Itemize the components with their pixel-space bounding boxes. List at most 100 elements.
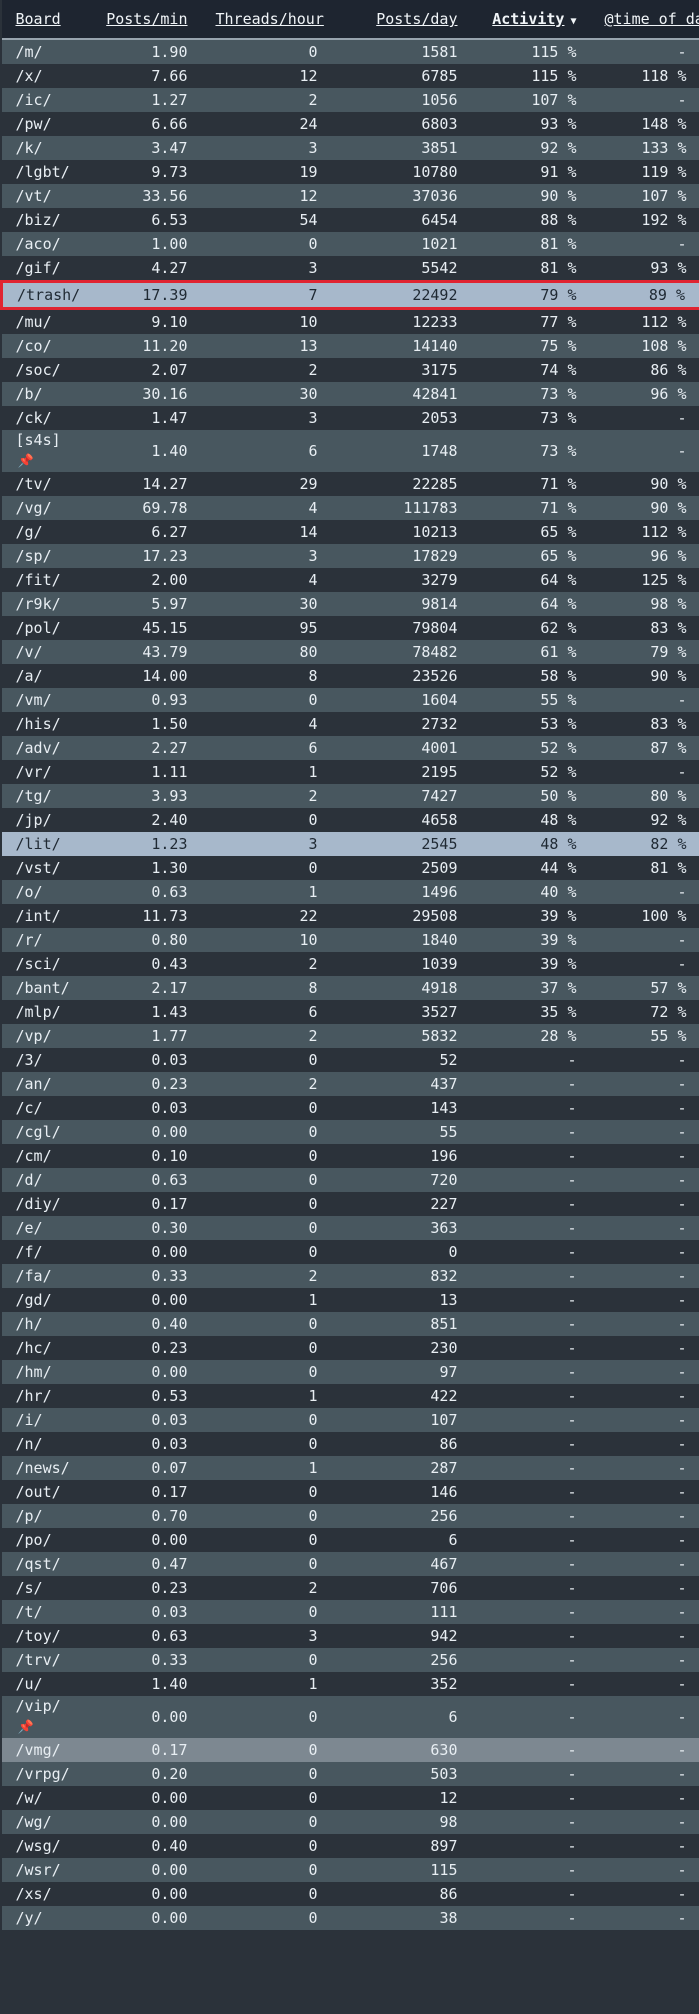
- board-cell[interactable]: /vrpg/: [1, 1762, 90, 1786]
- board-link[interactable]: [s4s]: [16, 431, 61, 449]
- board-cell[interactable]: /vm/: [1, 688, 90, 712]
- board-cell[interactable]: /g/: [1, 520, 90, 544]
- board-link[interactable]: /i/: [16, 1411, 43, 1429]
- table-row[interactable]: /v/43.79 80 78482 61 % 79 %: [1, 640, 699, 664]
- board-link[interactable]: /o/: [16, 883, 43, 901]
- table-row[interactable]: /hc/0.23 0 230- -: [1, 1336, 699, 1360]
- table-row[interactable]: /adv/2.27 6 4001 52 % 87 %: [1, 736, 699, 760]
- sort-board-header[interactable]: Board: [1, 0, 90, 40]
- table-row[interactable]: /lit/1.23 3 2545 48 % 82 %: [1, 832, 699, 856]
- table-row[interactable]: /sp/17.23 3 17829 65 % 96 %: [1, 544, 699, 568]
- board-cell[interactable]: /a/: [1, 664, 90, 688]
- board-link[interactable]: /t/: [16, 1603, 43, 1621]
- board-link[interactable]: /out/: [16, 1483, 61, 1501]
- board-link[interactable]: /mu/: [16, 313, 52, 331]
- board-cell[interactable]: /an/: [1, 1072, 90, 1096]
- board-link[interactable]: /vrpg/: [16, 1765, 70, 1783]
- board-link[interactable]: /c/: [16, 1099, 43, 1117]
- board-cell[interactable]: /sp/: [1, 544, 90, 568]
- board-link[interactable]: /toy/: [16, 1627, 61, 1645]
- board-cell[interactable]: /int/: [1, 904, 90, 928]
- table-row[interactable]: /aco/1.00 0 1021 81 % -: [1, 232, 699, 256]
- table-row[interactable]: /vip/📌 0.00 0 6- -: [1, 1696, 699, 1738]
- board-cell[interactable]: /diy/: [1, 1192, 90, 1216]
- board-link[interactable]: /fit/: [16, 571, 61, 589]
- table-row[interactable]: /vst/1.30 0 2509 44 % 81 %: [1, 856, 699, 880]
- table-row[interactable]: /u/1.40 1 352- -: [1, 1672, 699, 1696]
- table-row[interactable]: /3/0.03 0 52- -: [1, 1048, 699, 1072]
- table-row[interactable]: /d/0.63 0 720- -: [1, 1168, 699, 1192]
- board-cell[interactable]: /v/: [1, 640, 90, 664]
- board-cell[interactable]: /pol/: [1, 616, 90, 640]
- board-link[interactable]: /y/: [16, 1909, 43, 1927]
- board-cell[interactable]: /po/: [1, 1528, 90, 1552]
- table-row[interactable]: /b/30.16 30 42841 73 % 96 %: [1, 382, 699, 406]
- board-link[interactable]: /w/: [16, 1789, 43, 1807]
- board-cell[interactable]: /out/: [1, 1480, 90, 1504]
- table-row[interactable]: /vmg/0.17 0 630- -: [1, 1738, 699, 1762]
- board-cell[interactable]: /lgbt/: [1, 160, 90, 184]
- board-link[interactable]: /wsg/: [16, 1837, 61, 1855]
- table-row[interactable]: /e/0.30 0 363- -: [1, 1216, 699, 1240]
- table-row[interactable]: /c/0.03 0 143- -: [1, 1096, 699, 1120]
- board-cell[interactable]: /trash/: [0, 280, 90, 310]
- board-cell[interactable]: /gif/: [1, 256, 90, 282]
- table-row[interactable]: /vp/1.77 2 5832 28 % 55 %: [1, 1024, 699, 1048]
- board-cell[interactable]: /u/: [1, 1672, 90, 1696]
- table-row[interactable]: /r9k/5.97 30 9814 64 % 98 %: [1, 592, 699, 616]
- board-cell[interactable]: /news/: [1, 1456, 90, 1480]
- table-row[interactable]: /tv/14.27 29 22285 71 % 90 %: [1, 472, 699, 496]
- sort-time-of-day-header[interactable]: @time of day: [590, 0, 699, 40]
- board-cell[interactable]: /lit/: [1, 832, 90, 856]
- table-row[interactable]: /his/1.50 4 2732 53 % 83 %: [1, 712, 699, 736]
- table-row[interactable]: /x/7.66 12 6785 115 % 118 %: [1, 64, 699, 88]
- board-link[interactable]: /qst/: [16, 1555, 61, 1573]
- table-row[interactable]: /trash/17.39 7 22492 79 % 89 %: [0, 280, 699, 310]
- table-row[interactable]: /wsr/0.00 0 115- -: [1, 1858, 699, 1882]
- board-cell[interactable]: /vt/: [1, 184, 90, 208]
- table-row[interactable]: /k/3.47 3 3851 92 % 133 %: [1, 136, 699, 160]
- board-cell[interactable]: /x/: [1, 64, 90, 88]
- board-link[interactable]: /wsr/: [16, 1861, 61, 1879]
- board-link[interactable]: /p/: [16, 1507, 43, 1525]
- board-cell[interactable]: /vg/: [1, 496, 90, 520]
- board-cell[interactable]: /c/: [1, 1096, 90, 1120]
- board-cell[interactable]: /vp/: [1, 1024, 90, 1048]
- board-cell[interactable]: /cm/: [1, 1144, 90, 1168]
- board-link[interactable]: /trv/: [16, 1651, 61, 1669]
- board-link[interactable]: /co/: [16, 337, 52, 355]
- table-row[interactable]: /trv/0.33 0 256- -: [1, 1648, 699, 1672]
- board-cell[interactable]: /i/: [1, 1408, 90, 1432]
- board-cell[interactable]: /p/: [1, 1504, 90, 1528]
- table-row[interactable]: /g/6.27 14 10213 65 % 112 %: [1, 520, 699, 544]
- board-link[interactable]: /hc/: [16, 1339, 52, 1357]
- sort-posts-day-header[interactable]: Posts/day: [331, 0, 472, 40]
- board-link[interactable]: /mlp/: [16, 1003, 61, 1021]
- board-cell[interactable]: /his/: [1, 712, 90, 736]
- table-row[interactable]: /o/0.63 1 1496 40 % -: [1, 880, 699, 904]
- board-link[interactable]: /trash/: [17, 286, 80, 304]
- board-link[interactable]: /hr/: [16, 1387, 52, 1405]
- table-row[interactable]: /lgbt/9.73 19 10780 91 % 119 %: [1, 160, 699, 184]
- board-cell[interactable]: /soc/: [1, 358, 90, 382]
- table-row[interactable]: /int/11.73 22 29508 39 % 100 %: [1, 904, 699, 928]
- board-link[interactable]: /vr/: [16, 763, 52, 781]
- board-cell[interactable]: /tv/: [1, 472, 90, 496]
- table-row[interactable]: /n/0.03 0 86- -: [1, 1432, 699, 1456]
- board-link[interactable]: /vm/: [16, 691, 52, 709]
- sort-threads-hour-header[interactable]: Threads/hour: [201, 0, 332, 40]
- board-link[interactable]: /v/: [16, 643, 43, 661]
- board-link[interactable]: /jp/: [16, 811, 52, 829]
- board-cell[interactable]: /hm/: [1, 1360, 90, 1384]
- board-cell[interactable]: /k/: [1, 136, 90, 160]
- table-row[interactable]: /h/0.40 0 851- -: [1, 1312, 699, 1336]
- table-row[interactable]: /m/1.90 0 1581 115 % -: [1, 39, 699, 64]
- board-link[interactable]: /ck/: [16, 409, 52, 427]
- board-link[interactable]: /sci/: [16, 955, 61, 973]
- table-row[interactable]: /hr/0.53 1 422- -: [1, 1384, 699, 1408]
- board-link[interactable]: /aco/: [16, 235, 61, 253]
- table-row[interactable]: /ic/1.27 2 1056 107 % -: [1, 88, 699, 112]
- board-link[interactable]: /gif/: [16, 259, 61, 277]
- board-cell[interactable]: /wsr/: [1, 1858, 90, 1882]
- board-cell[interactable]: /xs/: [1, 1882, 90, 1906]
